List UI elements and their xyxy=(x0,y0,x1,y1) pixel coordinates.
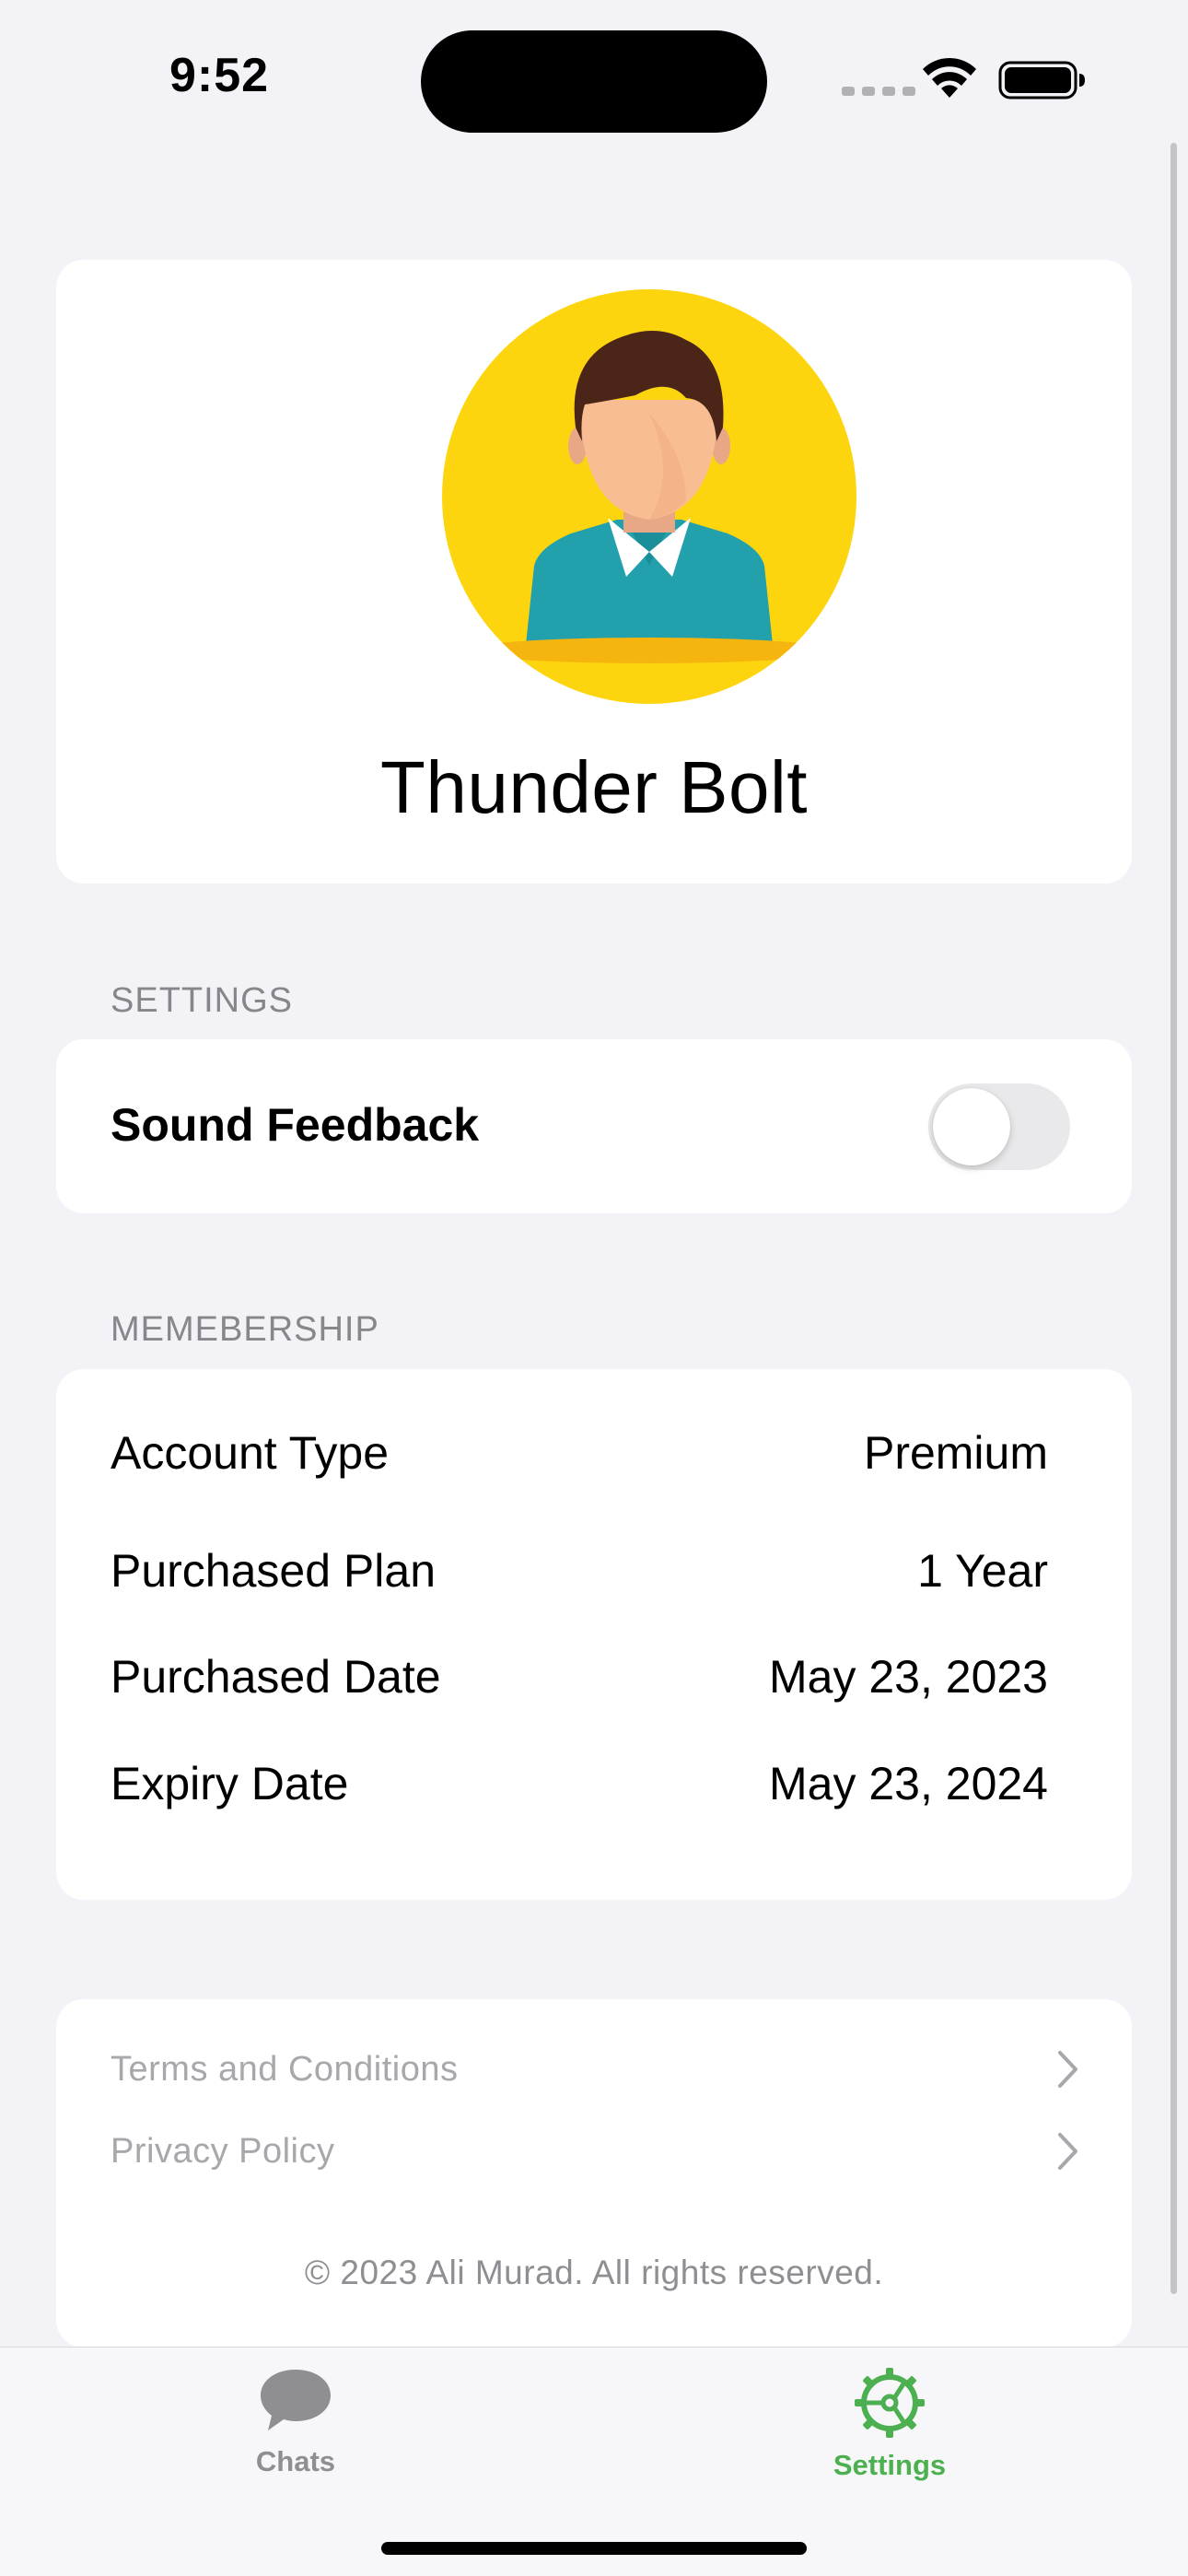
settings-screen: 9:52 Thunder Bolt SETTINGS Sound Feedbac… xyxy=(0,0,1188,2576)
chevron-right-icon xyxy=(1058,2133,1077,2170)
membership-row-label: Account Type xyxy=(111,1427,390,1479)
wifi-icon xyxy=(923,57,976,98)
toggle-knob xyxy=(933,1088,1010,1165)
links-card: Terms and Conditions Privacy Policy © 20… xyxy=(56,1999,1132,2348)
membership-row-label: Expiry Date xyxy=(111,1758,349,1809)
tab-label: Settings xyxy=(833,2449,947,2481)
link-label: Privacy Policy xyxy=(111,2131,335,2171)
home-indicator[interactable] xyxy=(381,2542,807,2555)
membership-row-value: May 23, 2023 xyxy=(769,1651,1048,1703)
membership-row-value: May 23, 2024 xyxy=(769,1758,1048,1809)
membership-row-purchased-date: Purchased Date May 23, 2023 xyxy=(111,1650,1048,1704)
privacy-policy-link[interactable]: Privacy Policy xyxy=(111,2124,1081,2179)
settings-section-header: SETTINGS xyxy=(111,981,294,1020)
scrollbar[interactable] xyxy=(1171,143,1177,2294)
steering-wheel-gear-icon xyxy=(855,2368,925,2438)
chat-bubble-icon xyxy=(261,2370,331,2430)
membership-section-header: MEMEBERSHIP xyxy=(111,1310,379,1349)
settings-card: Sound Feedback xyxy=(56,1039,1132,1213)
membership-card: Account Type Premium Purchased Plan 1 Ye… xyxy=(56,1369,1132,1900)
link-label: Terms and Conditions xyxy=(111,2049,459,2089)
sound-feedback-toggle[interactable] xyxy=(928,1083,1070,1170)
cellular-signal-icon xyxy=(842,87,915,96)
battery-icon xyxy=(998,61,1085,100)
dynamic-island xyxy=(421,30,767,133)
membership-row-value: 1 Year xyxy=(917,1545,1048,1597)
terms-and-conditions-link[interactable]: Terms and Conditions xyxy=(111,2042,1081,2097)
sound-feedback-label: Sound Feedback xyxy=(111,1099,480,1151)
chevron-right-icon xyxy=(1058,2051,1077,2088)
membership-row-purchased-plan: Purchased Plan 1 Year xyxy=(111,1544,1048,1598)
membership-row-value: Premium xyxy=(863,1427,1048,1479)
tab-settings[interactable]: Settings xyxy=(779,2366,1000,2482)
tab-chats[interactable]: Chats xyxy=(185,2366,406,2478)
profile-card: Thunder Bolt xyxy=(56,260,1132,884)
membership-row-account-type: Account Type Premium xyxy=(111,1426,1048,1480)
avatar[interactable] xyxy=(442,289,856,704)
membership-row-label: Purchased Plan xyxy=(111,1545,437,1597)
tab-label: Chats xyxy=(255,2445,336,2477)
status-time: 9:52 xyxy=(169,49,270,102)
copyright-text: © 2023 Ali Murad. All rights reserved. xyxy=(304,2254,884,2291)
membership-row-expiry-date: Expiry Date May 23, 2024 xyxy=(111,1757,1048,1810)
profile-name: Thunder Bolt xyxy=(379,746,809,828)
membership-row-label: Purchased Date xyxy=(111,1651,441,1703)
